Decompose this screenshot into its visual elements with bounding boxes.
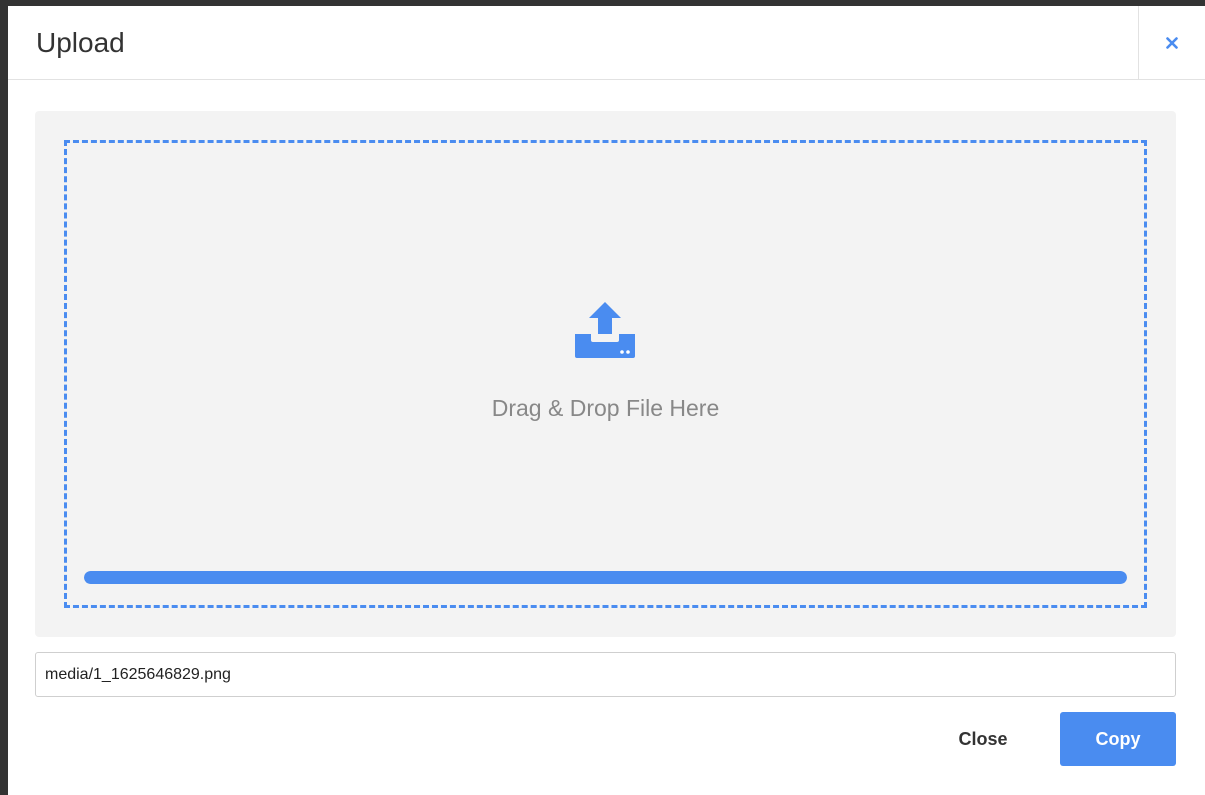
drop-instructions: Drag & Drop File Here <box>491 395 720 421</box>
close-icon-button[interactable] <box>1138 6 1205 79</box>
upload-icon <box>575 302 635 358</box>
drop-zone[interactable]: Drag & Drop File Here <box>64 140 1147 608</box>
file-path-input[interactable] <box>35 652 1176 697</box>
copy-button[interactable]: Copy <box>1060 712 1176 766</box>
modal-title: Upload <box>36 27 125 58</box>
close-button[interactable]: Close <box>933 713 1033 765</box>
modal-header: Upload <box>8 6 1205 80</box>
upload-progress-bar <box>84 571 1127 584</box>
drop-panel: Drag & Drop File Here <box>35 111 1176 637</box>
upload-modal: Upload Drag & Drop File Here Close Copy <box>8 6 1205 795</box>
close-icon <box>1166 36 1178 49</box>
upload-progress-fill <box>84 571 1127 584</box>
